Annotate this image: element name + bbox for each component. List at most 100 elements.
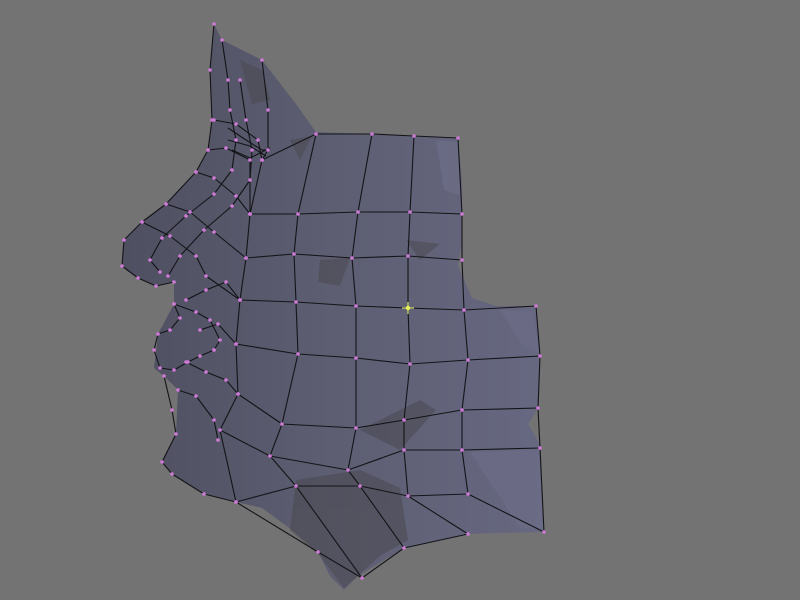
mesh-vertex[interactable] <box>408 210 412 214</box>
mesh-vertex[interactable] <box>406 494 410 498</box>
mesh-vertex[interactable] <box>160 460 164 464</box>
mesh-vertex[interactable] <box>280 422 284 426</box>
mesh-vertex[interactable] <box>220 38 224 42</box>
mesh-vertex[interactable] <box>140 220 144 224</box>
mesh-vertex[interactable] <box>148 258 152 262</box>
mesh-vertex[interactable] <box>294 300 298 304</box>
mesh-vertex[interactable] <box>266 148 270 152</box>
mesh-vertex[interactable] <box>216 438 220 442</box>
mesh-vertex[interactable] <box>268 454 272 458</box>
mesh-vertex[interactable] <box>354 426 358 430</box>
mesh-vertex[interactable] <box>206 148 210 152</box>
mesh-vertex[interactable] <box>354 304 358 308</box>
mesh-vertex[interactable] <box>296 212 300 216</box>
selected-vertex-dot[interactable] <box>405 305 411 311</box>
mesh-vertex[interactable] <box>188 210 192 214</box>
mesh-vertex[interactable] <box>230 204 234 208</box>
mesh-vertex[interactable] <box>170 408 174 412</box>
mesh-vertex[interactable] <box>228 108 232 112</box>
mesh-vertex[interactable] <box>224 146 228 150</box>
mesh-vertex[interactable] <box>194 310 198 314</box>
mesh-vertex[interactable] <box>158 366 162 370</box>
mesh-vertex[interactable] <box>194 394 198 398</box>
mesh-vertex[interactable] <box>456 136 460 140</box>
mesh-vertex[interactable] <box>152 348 156 352</box>
mesh-vertex[interactable] <box>154 284 158 288</box>
mesh-vertex[interactable] <box>226 78 230 82</box>
mesh-vertex[interactable] <box>346 468 350 472</box>
mesh-vertex[interactable] <box>412 134 416 138</box>
mesh-vertex[interactable] <box>136 276 140 280</box>
mesh-vertex[interactable] <box>212 176 216 180</box>
mesh-vertex[interactable] <box>248 178 252 182</box>
mesh-vertex[interactable] <box>216 322 220 326</box>
mesh-vertex[interactable] <box>178 254 182 258</box>
mesh-vertex[interactable] <box>238 78 242 82</box>
mesh-vertex[interactable] <box>230 168 234 172</box>
mesh-vertex[interactable] <box>224 280 228 284</box>
mesh-vertex[interactable] <box>462 308 466 312</box>
mesh-vertex[interactable] <box>538 446 542 450</box>
mesh-vertex[interactable] <box>204 274 208 278</box>
mesh-vertex[interactable] <box>538 354 542 358</box>
mesh-vertex[interactable] <box>202 492 206 496</box>
mesh-vertex[interactable] <box>168 328 172 332</box>
mesh-vertex[interactable] <box>460 212 464 216</box>
mesh-vertex[interactable] <box>266 108 270 112</box>
mesh-vertex[interactable] <box>466 358 470 362</box>
mesh-vertex[interactable] <box>402 418 406 422</box>
mesh-vertex[interactable] <box>160 236 164 240</box>
mesh-vertex[interactable] <box>172 368 176 372</box>
mesh-vertex[interactable] <box>234 138 238 142</box>
mesh-vertex[interactable] <box>212 230 216 234</box>
mesh-vertex[interactable] <box>234 122 238 126</box>
mesh-vertex[interactable] <box>460 258 464 262</box>
mesh-vertex[interactable] <box>156 332 160 336</box>
mesh-vertex[interactable] <box>208 318 212 322</box>
mesh-vertex[interactable] <box>172 302 176 306</box>
mesh-vertex[interactable] <box>402 448 406 452</box>
mesh-vertex[interactable] <box>350 256 354 260</box>
mesh-vertex[interactable] <box>354 356 358 360</box>
mesh-vertex[interactable] <box>218 428 222 432</box>
mesh-vertex[interactable] <box>408 362 412 366</box>
mesh-canvas[interactable] <box>0 0 800 600</box>
mesh-vertex[interactable] <box>236 392 240 396</box>
mesh-vertex[interactable] <box>234 342 238 346</box>
mesh-vertex[interactable] <box>250 148 254 152</box>
mesh-vertex[interactable] <box>162 374 166 378</box>
mesh-vertex[interactable] <box>314 132 318 136</box>
mesh-vertex[interactable] <box>194 254 198 258</box>
mesh-vertex[interactable] <box>460 408 464 412</box>
mesh-vertex[interactable] <box>198 328 202 332</box>
mesh-vertex[interactable] <box>256 138 260 142</box>
mesh-vertex[interactable] <box>238 298 242 302</box>
mesh-vertex[interactable] <box>174 432 178 436</box>
mesh-vertex[interactable] <box>234 194 238 198</box>
mesh-vertex[interactable] <box>198 354 202 358</box>
mesh-vertex[interactable] <box>176 388 180 392</box>
mesh-vertex[interactable] <box>204 288 208 292</box>
mesh-vertex[interactable] <box>296 352 300 356</box>
mesh-vertex[interactable] <box>184 214 188 218</box>
mesh-vertex[interactable] <box>212 192 216 196</box>
mesh-vertex[interactable] <box>224 378 228 382</box>
mesh-vertex[interactable] <box>460 448 464 452</box>
mesh-vertex[interactable] <box>356 210 360 214</box>
mesh-vertex[interactable] <box>370 132 374 136</box>
mesh-vertex[interactable] <box>178 316 182 320</box>
3d-viewport[interactable] <box>0 0 800 600</box>
mesh-vertex[interactable] <box>466 492 470 496</box>
mesh-vertex[interactable] <box>212 418 216 422</box>
mesh-vertex[interactable] <box>534 304 538 308</box>
mesh-vertex[interactable] <box>542 530 546 534</box>
mesh-vertex[interactable] <box>166 274 170 278</box>
mesh-vertex[interactable] <box>212 348 216 352</box>
mesh-vertex[interactable] <box>212 118 216 122</box>
mesh-vertex[interactable] <box>316 550 320 554</box>
mesh-vertex[interactable] <box>294 484 298 488</box>
mesh-vertex[interactable] <box>248 158 252 162</box>
mesh-vertex[interactable] <box>234 500 238 504</box>
mesh-vertex[interactable] <box>466 532 470 536</box>
mesh-vertex[interactable] <box>202 228 206 232</box>
